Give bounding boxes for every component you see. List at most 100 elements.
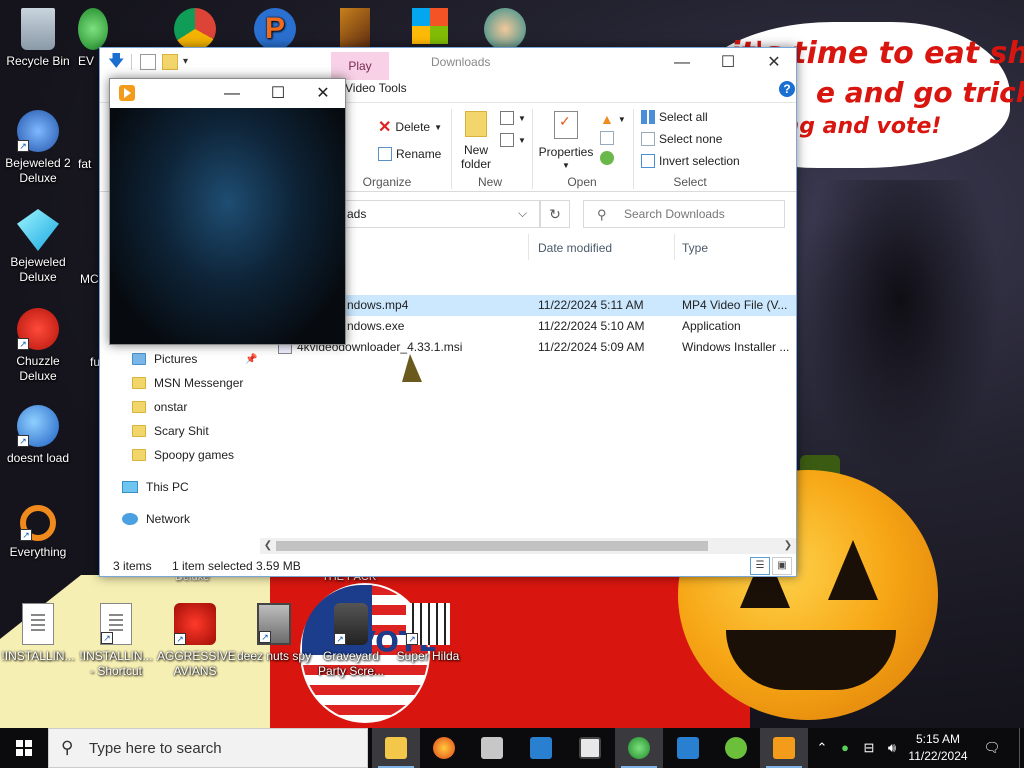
easy-access-button[interactable]: ▼ bbox=[500, 133, 526, 147]
taskbar-search-box[interactable]: ⚲ Type here to search bbox=[48, 728, 368, 768]
desktop-icon-installing-shortcut[interactable]: ↗ !INSTALLIN... - Shortcut bbox=[78, 603, 154, 679]
taskbar-app-7[interactable] bbox=[664, 728, 712, 768]
nav-item-spoopy-games[interactable]: Spoopy games bbox=[132, 448, 234, 462]
player-maximize-button[interactable]: ☐ bbox=[255, 79, 301, 108]
refresh-button[interactable]: ↻ bbox=[540, 200, 570, 228]
new-folder-button[interactable]: New folder bbox=[456, 109, 496, 171]
help-icon[interactable]: ? bbox=[779, 81, 795, 97]
column-divider[interactable] bbox=[674, 234, 675, 260]
new-folder-quick-icon[interactable] bbox=[162, 54, 178, 70]
delete-x-icon: ✕ bbox=[378, 119, 392, 136]
msn-tray-icon[interactable]: ● bbox=[834, 728, 856, 768]
media-player-window[interactable]: — ☐ ✕ bbox=[109, 78, 346, 345]
open-button[interactable]: ▲ ▼ bbox=[600, 111, 626, 127]
player-close-button[interactable]: ✕ bbox=[300, 79, 346, 108]
address-bar[interactable]: ads bbox=[340, 200, 540, 228]
player-titlebar[interactable]: — ☐ ✕ bbox=[110, 79, 345, 108]
select-all-button[interactable]: Select all bbox=[641, 110, 708, 124]
new-folder-icon bbox=[465, 111, 487, 137]
nav-item-msn-messenger[interactable]: MSN Messenger bbox=[132, 376, 243, 390]
group-label-select: Select bbox=[673, 175, 707, 189]
explorer-titlebar[interactable]: 🡇 ▾ Play Downloads — ☐ ✕ bbox=[100, 48, 797, 80]
nav-item-pictures[interactable]: Pictures 📌 bbox=[132, 352, 258, 366]
tab-video-tools[interactable]: Video Tools bbox=[345, 81, 407, 95]
taskbar-clock[interactable]: 5:15 AM 11/22/2024 bbox=[906, 731, 970, 765]
desktop-icon-deez-nuts-spy[interactable]: ↗ deez nuts spy bbox=[236, 603, 312, 664]
select-none-button[interactable]: Select none bbox=[641, 132, 722, 146]
titlebar-divider bbox=[131, 54, 132, 70]
show-desktop-button[interactable] bbox=[1019, 728, 1024, 768]
desktop-icon-label: Chuzzle Deluxe bbox=[16, 354, 60, 383]
column-divider[interactable] bbox=[528, 234, 529, 260]
invert-selection-label: Invert selection bbox=[659, 154, 740, 168]
large-icons-view-icon[interactable]: ▣ bbox=[772, 557, 792, 575]
pin-icon[interactable]: 📌 bbox=[245, 354, 257, 365]
taskbar-app-4[interactable] bbox=[517, 728, 565, 768]
volume-icon[interactable]: 🔊︎ bbox=[880, 728, 904, 768]
file-row[interactable]: 4kvideodownloader_4.33.1.msi 11/22/2024 … bbox=[275, 337, 796, 358]
horizontal-scrollbar[interactable]: ❮ ❯ bbox=[260, 538, 796, 554]
desktop-icon-aggressive-avians[interactable]: ↗ AGGRESSIVE AVIANS bbox=[157, 603, 236, 679]
history-button[interactable] bbox=[600, 151, 614, 165]
address-dropdown-icon[interactable]: ⌵ bbox=[518, 206, 527, 221]
search-input[interactable]: Search Downloads bbox=[583, 200, 785, 228]
select-none-label: Select none bbox=[659, 132, 723, 146]
video-area[interactable] bbox=[110, 108, 345, 344]
select-all-label: Select all bbox=[659, 110, 708, 124]
desktop-icon-everything[interactable]: ↗ Everything bbox=[0, 505, 76, 560]
tab-play[interactable]: Play bbox=[331, 52, 389, 80]
desktop-icon-bejeweled-2[interactable]: ↗ Bejeweled 2 Deluxe bbox=[0, 110, 76, 186]
explorer-maximize-button[interactable]: ☐ bbox=[705, 48, 751, 78]
desktop-icon-installing[interactable]: !INSTALLIN... bbox=[0, 603, 76, 664]
scroll-right-icon[interactable]: ❯ bbox=[780, 538, 796, 554]
show-hidden-icons-button[interactable]: ⌃ bbox=[812, 728, 832, 768]
nav-item-network[interactable]: Network bbox=[122, 512, 190, 526]
column-header-date[interactable]: Date modified bbox=[538, 241, 612, 255]
desktop-icon-windows[interactable] bbox=[400, 8, 460, 48]
nav-item-onstar[interactable]: onstar bbox=[132, 400, 187, 414]
shortcut-arrow-icon: ↗ bbox=[17, 435, 29, 447]
desktop-icon-super-hilda[interactable]: ↗ Super Hilda bbox=[390, 603, 466, 664]
taskbar-file-explorer[interactable] bbox=[372, 728, 420, 768]
network-tray-icon[interactable]: ⊟ bbox=[858, 728, 880, 768]
edit-button[interactable] bbox=[600, 131, 614, 145]
desktop-icon-label: deez nuts spy bbox=[236, 649, 312, 663]
desktop-icon-bejeweled[interactable]: Bejeweled Deluxe bbox=[0, 209, 76, 285]
explorer-minimize-button[interactable]: — bbox=[659, 48, 705, 78]
delete-button[interactable]: ✕ Delete ▼ bbox=[378, 117, 442, 137]
desktop-icon-graveyard-party[interactable]: ↗ Graveyard Party Scre... bbox=[313, 603, 389, 679]
column-header-type[interactable]: Type bbox=[682, 241, 708, 255]
scrollbar-thumb[interactable] bbox=[276, 541, 708, 551]
quick-access-dropdown-icon[interactable]: ▾ bbox=[183, 54, 199, 70]
desktop-icon-doesnt-load[interactable]: ↗ doesnt load bbox=[0, 405, 76, 466]
documents-stack-icon bbox=[481, 737, 503, 759]
rename-button[interactable]: Rename bbox=[378, 147, 441, 161]
folder-icon bbox=[132, 425, 146, 437]
desktop-icon-chuzzle[interactable]: ↗ Chuzzle Deluxe bbox=[0, 308, 76, 384]
details-view-icon[interactable]: ☰ bbox=[750, 557, 770, 575]
taskbar-app-5[interactable] bbox=[566, 728, 614, 768]
nav-item-this-pc[interactable]: This PC bbox=[122, 480, 189, 494]
new-item-button[interactable]: ▼ bbox=[500, 111, 526, 125]
taskbar-app-3[interactable] bbox=[468, 728, 516, 768]
invert-selection-button[interactable]: Invert selection bbox=[641, 154, 740, 168]
notification-center-icon[interactable]: 🗨︎ bbox=[980, 728, 1004, 768]
taskbar-firefox[interactable] bbox=[420, 728, 468, 768]
properties-quick-icon[interactable] bbox=[140, 54, 156, 70]
player-minimize-button[interactable]: — bbox=[209, 79, 255, 108]
file-row[interactable]: ndows.mp4 11/22/2024 5:11 AM MP4 Video F… bbox=[275, 295, 796, 316]
wallpaper-tree bbox=[800, 180, 1000, 480]
taskbar-msn[interactable] bbox=[615, 728, 663, 768]
refresh-icon: ↻ bbox=[549, 206, 561, 222]
firefox-icon bbox=[433, 737, 455, 759]
nav-item-scary-shit[interactable]: Scary Shit bbox=[132, 424, 209, 438]
scroll-left-icon[interactable]: ❮ bbox=[260, 538, 276, 554]
taskbar-app-8[interactable] bbox=[712, 728, 760, 768]
file-row[interactable]: ndows.exe 11/22/2024 5:10 AM Application bbox=[275, 316, 796, 337]
taskbar-media-player[interactable] bbox=[760, 728, 808, 768]
desktop-icon-recycle-bin[interactable]: Recycle Bin bbox=[0, 8, 76, 69]
computer-icon bbox=[122, 481, 138, 493]
explorer-close-button[interactable]: ✕ bbox=[751, 48, 797, 78]
properties-button[interactable]: ✓ Properties ▼ bbox=[536, 109, 596, 173]
start-button[interactable] bbox=[0, 728, 48, 768]
